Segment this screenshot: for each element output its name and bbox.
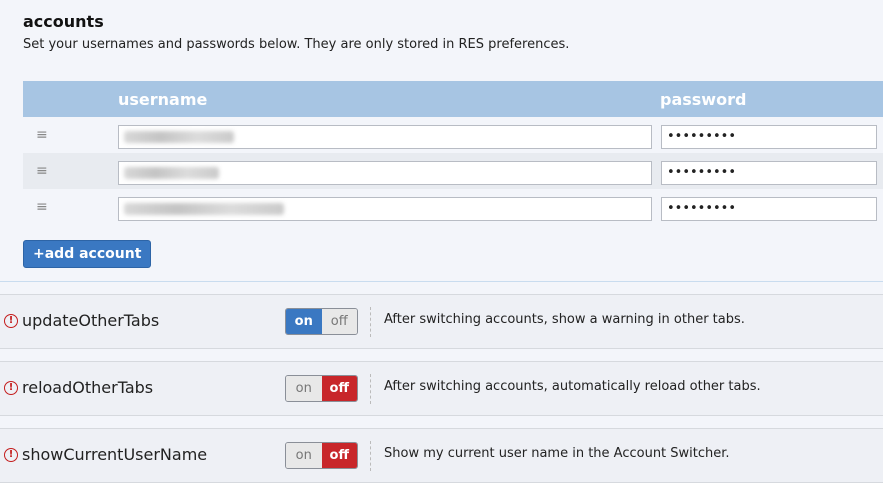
warning-icon: ! [4, 381, 18, 395]
divider [370, 441, 371, 471]
toggle-off[interactable]: off [321, 309, 357, 334]
section-title: accounts [23, 12, 104, 31]
section-description: Set your usernames and passwords below. … [23, 37, 570, 52]
toggle-switch[interactable]: on off [285, 442, 358, 469]
drag-handle-icon[interactable]: ≡ [36, 162, 48, 180]
divider [370, 307, 371, 337]
option-name: updateOtherTabs [22, 311, 160, 330]
username-field[interactable] [118, 125, 652, 149]
accounts-table: username password ≡ ••••••••• ≡ ••••••••… [23, 81, 883, 225]
redacted-username [124, 167, 219, 179]
warning-icon: ! [4, 448, 18, 462]
toggle-switch[interactable]: on off [285, 375, 358, 402]
option-description: After switching accounts, automatically … [384, 379, 761, 394]
option-row-showCurrentUserName: ! showCurrentUserName on off Show my cur… [0, 428, 883, 483]
option-row-updateOtherTabs: ! updateOtherTabs on off After switching… [0, 294, 883, 349]
password-field[interactable]: ••••••••• [661, 125, 877, 149]
username-column-header: username [118, 90, 208, 109]
toggle-on[interactable]: on [286, 309, 322, 334]
add-account-button[interactable]: +add account [23, 240, 152, 268]
divider [370, 374, 371, 404]
drag-handle-icon[interactable]: ≡ [36, 198, 48, 216]
section-divider [0, 281, 883, 282]
warning-icon: ! [4, 314, 18, 328]
toggle-on[interactable]: on [286, 443, 322, 468]
option-name: showCurrentUserName [22, 445, 208, 464]
password-field[interactable]: ••••••••• [661, 197, 877, 221]
table-row: ≡ ••••••••• [23, 189, 883, 225]
option-description: Show my current user name in the Account… [384, 446, 730, 461]
password-field[interactable]: ••••••••• [661, 161, 877, 185]
toggle-off[interactable]: off [321, 443, 357, 468]
option-description: After switching accounts, show a warning… [384, 312, 745, 327]
option-row-reloadOtherTabs: ! reloadOtherTabs on off After switching… [0, 361, 883, 416]
redacted-username [124, 203, 284, 215]
table-row: ≡ ••••••••• [23, 153, 883, 189]
toggle-off[interactable]: off [321, 376, 357, 401]
drag-handle-icon[interactable]: ≡ [36, 126, 48, 144]
toggle-switch[interactable]: on off [285, 308, 358, 335]
table-row: ≡ ••••••••• [23, 117, 883, 153]
password-column-header: password [660, 90, 747, 109]
option-name: reloadOtherTabs [22, 378, 154, 397]
table-header: username password [23, 81, 883, 117]
username-field[interactable] [118, 197, 652, 221]
username-field[interactable] [118, 161, 652, 185]
toggle-on[interactable]: on [286, 376, 322, 401]
redacted-username [124, 131, 234, 143]
